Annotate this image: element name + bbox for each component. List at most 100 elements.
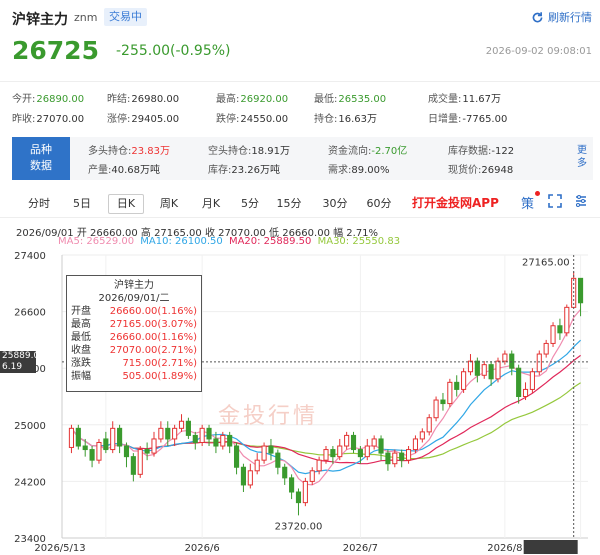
stat-value: 26890.00 <box>36 94 85 105</box>
candle <box>233 442 240 475</box>
candle-body <box>461 371 467 390</box>
tab-period[interactable]: 分时 <box>24 194 54 214</box>
tooltip-value: 715.00(2.71%) <box>122 358 197 369</box>
y-tick-label: 26600 <box>14 308 46 319</box>
crosshair-pct: 6.19 <box>2 362 23 372</box>
tooltip-value: 27165.00(3.07%) <box>109 319 197 330</box>
stat-item: 持仓:16.63万 <box>314 110 377 125</box>
candle-body <box>357 449 363 458</box>
last-price: 26725 <box>12 36 99 65</box>
candle-body <box>509 353 515 369</box>
instrument-code: znm <box>74 11 98 24</box>
candle-body <box>192 434 198 443</box>
candle <box>495 357 501 383</box>
candle <box>461 368 467 393</box>
candle-body <box>364 445 370 458</box>
stat-value: 29405.00 <box>131 114 180 125</box>
variety-label: 产量: <box>88 165 112 176</box>
variety-label: 库存: <box>208 165 232 176</box>
candle-body <box>213 438 219 447</box>
candle <box>337 438 343 461</box>
refresh-button[interactable]: 刷新行情 <box>531 9 592 25</box>
candle-body <box>529 371 535 390</box>
candle-body <box>550 325 556 344</box>
candle <box>433 396 439 422</box>
variety-label-line1: 品种 <box>30 143 52 156</box>
candle <box>454 375 460 397</box>
settings-icon[interactable] <box>574 194 588 212</box>
tab-period[interactable]: 60分 <box>364 194 394 214</box>
tab-period[interactable]: 30分 <box>320 194 350 214</box>
tab-period[interactable]: 日K <box>108 194 144 214</box>
min-price-label: 23720.00 <box>275 521 323 532</box>
tab-period[interactable]: 周K <box>154 194 184 214</box>
candle-body <box>433 399 439 419</box>
candle-tooltip: 沪锌主力 2026/09/01/二 开盘 26660.00(1.16%) 最高 271… <box>66 275 202 392</box>
candle-body <box>577 277 584 304</box>
tab-period[interactable]: 月K <box>196 194 226 214</box>
variety-item: 库存:23.26万吨 <box>208 161 280 176</box>
tooltip-row: 开盘 26660.00(1.16%) <box>71 305 197 318</box>
stat-label: 最高: <box>216 94 240 105</box>
price-change: -255.00(-0.95%) <box>116 43 231 59</box>
stat-item: 今开:26890.00 <box>12 90 84 105</box>
tooltip-label: 最高 <box>71 319 91 330</box>
more-button[interactable]: 更多 <box>577 144 589 170</box>
y-tick-label: 24200 <box>14 477 46 488</box>
candle-body <box>419 431 425 440</box>
tooltip-label: 最低 <box>71 332 91 343</box>
candle-body <box>282 466 288 479</box>
candle-body <box>178 420 185 429</box>
candle-body <box>165 427 171 440</box>
candle-body <box>220 434 226 447</box>
candle <box>192 431 198 450</box>
open-app-link[interactable]: 打开金投网APP <box>412 194 499 211</box>
candle-body <box>495 360 501 380</box>
variety-value: 40.68万吨 <box>111 165 161 176</box>
candle-body <box>474 360 480 376</box>
tab-period[interactable]: 5日 <box>68 194 96 214</box>
variety-value: 26948 <box>481 165 514 176</box>
candle <box>550 322 556 347</box>
candle-body <box>309 470 315 482</box>
quote-header: 沪锌主力 znm 交易中 刷新行情 <box>0 0 600 34</box>
tooltip-row: 振幅 505.00(1.89%) <box>71 370 197 383</box>
candle <box>103 431 109 454</box>
candle <box>564 304 570 337</box>
candle-body <box>227 434 233 447</box>
stat-item: 最低:26535.00 <box>314 90 386 105</box>
candle-body <box>295 491 302 504</box>
candle <box>399 449 405 468</box>
variety-item: 需求:89.00% <box>328 161 390 176</box>
candle-body <box>481 364 487 376</box>
candle <box>89 446 95 468</box>
variety-item: 产量:40.68万吨 <box>88 161 160 176</box>
candle-body <box>426 417 432 433</box>
candle <box>502 350 508 365</box>
fullscreen-icon[interactable] <box>548 194 562 212</box>
candle-body <box>378 438 384 454</box>
candle-body <box>110 427 116 451</box>
variety-value: 23.83万 <box>131 146 171 157</box>
strategy-button[interactable]: 策 <box>521 193 534 212</box>
candle <box>302 477 308 507</box>
instrument-title: 沪锌主力 <box>12 12 68 28</box>
tooltip-value: 26660.00(1.16%) <box>109 306 197 317</box>
candle <box>522 382 529 401</box>
candle-body <box>89 449 95 461</box>
candle-body <box>564 306 570 334</box>
stat-value: 26920.00 <box>240 94 289 105</box>
stat-item: 最高:26920.00 <box>216 90 288 105</box>
candle-body <box>289 477 295 493</box>
tab-period[interactable]: 15分 <box>274 194 304 214</box>
candle <box>151 431 157 457</box>
tab-period[interactable]: 5分 <box>236 194 264 214</box>
variety-value: 89.00% <box>351 165 390 176</box>
variety-item: 现货价:26948 <box>448 161 513 176</box>
candle <box>344 431 350 450</box>
candle-body <box>385 452 391 465</box>
candle <box>385 449 391 471</box>
candle <box>536 350 542 376</box>
variety-value: 18.91万 <box>251 146 291 157</box>
tooltip-row: 最高 27165.00(3.07%) <box>71 318 197 331</box>
